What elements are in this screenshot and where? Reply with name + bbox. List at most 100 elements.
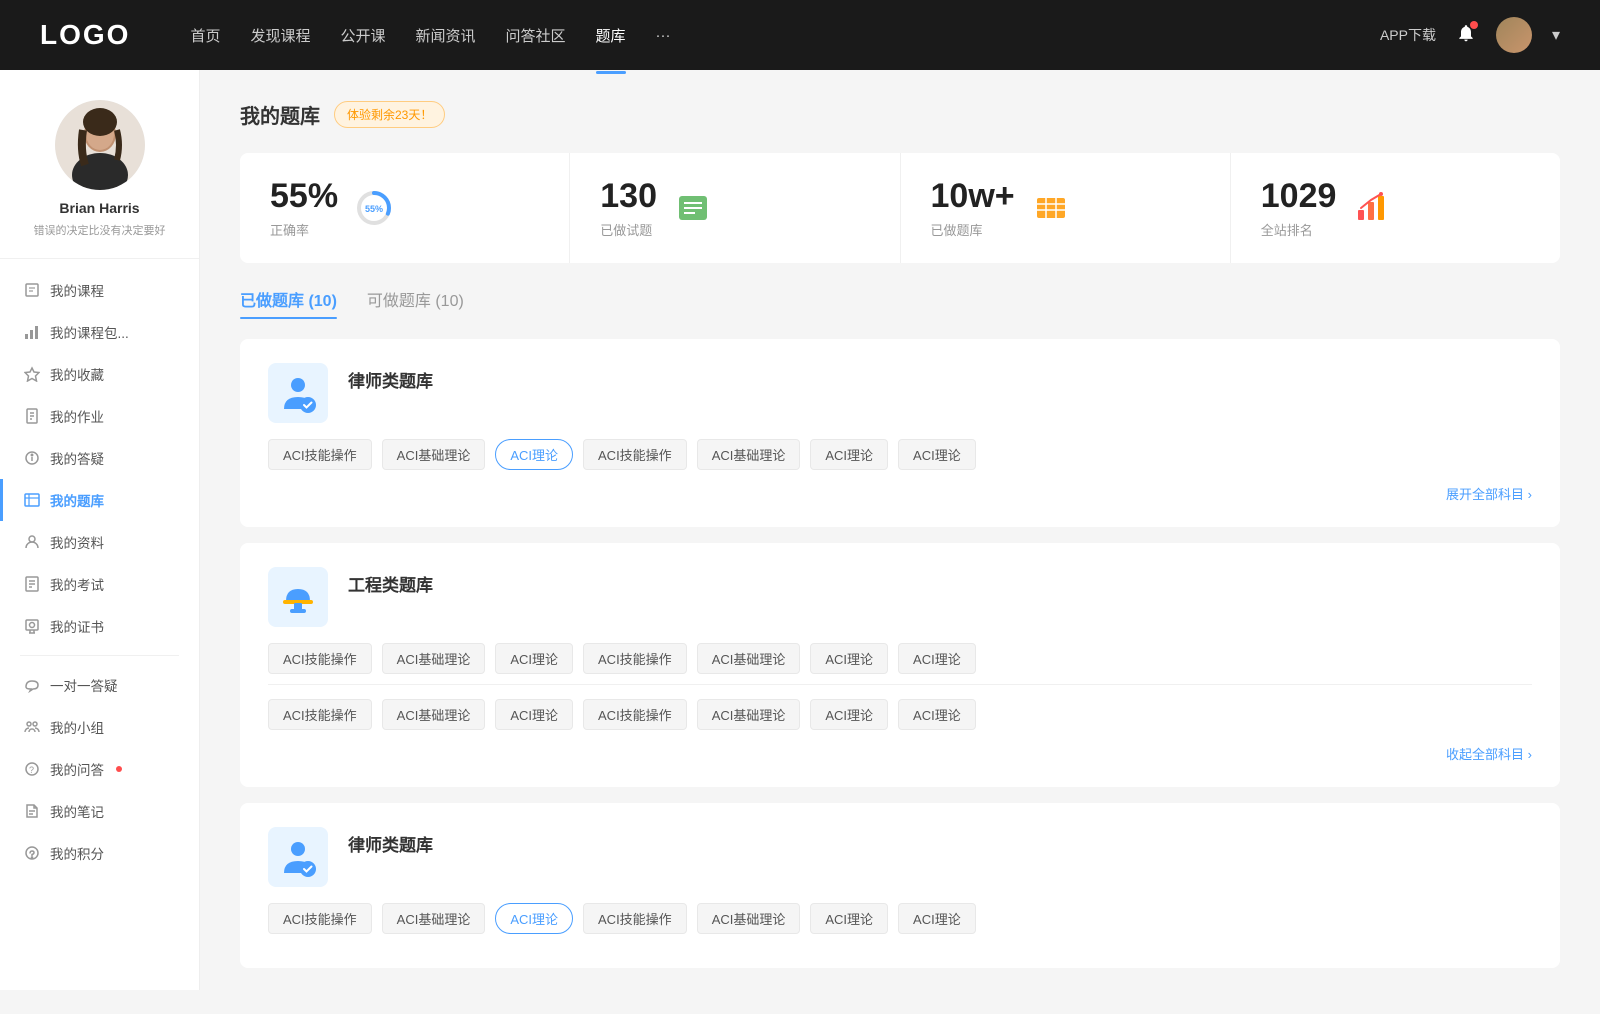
tag-item[interactable]: ACI理论 <box>810 699 888 730</box>
sidebar-item-answers[interactable]: 我的答疑 <box>0 437 199 479</box>
qbank-tags-2b: ACI技能操作 ACI基础理论 ACI理论 ACI技能操作 ACI基础理论 AC… <box>268 699 1532 730</box>
sidebar-label-1on1: 一对一答疑 <box>50 675 118 695</box>
tag-item[interactable]: ACI理论 <box>898 903 976 934</box>
stat-done-banks: 10w+ 已做题库 <box>901 153 1231 263</box>
sidebar-label-answers: 我的答疑 <box>50 448 104 468</box>
qbank-card-lawyer-1: 律师类题库 ACI技能操作 ACI基础理论 ACI理论 ACI技能操作 ACI基… <box>240 339 1560 527</box>
qbank-title-1: 律师类题库 <box>348 363 433 392</box>
user-avatar[interactable] <box>1496 17 1532 53</box>
stat-done-value: 130 <box>600 177 657 216</box>
profile-name: Brian Harris <box>59 200 139 216</box>
qbank-tags-2a: ACI技能操作 ACI基础理论 ACI理论 ACI技能操作 ACI基础理论 AC… <box>268 643 1532 674</box>
tag-item[interactable]: ACI理论 <box>810 643 888 674</box>
sidebar-label-coursepack: 我的课程包... <box>50 322 129 342</box>
tag-item[interactable]: ACI基础理论 <box>697 643 801 674</box>
tag-item[interactable]: ACI技能操作 <box>268 439 372 470</box>
sidebar-label-homework: 我的作业 <box>50 406 104 426</box>
sidebar-item-favorites[interactable]: 我的收藏 <box>0 353 199 395</box>
page-header: 我的题库 体验剩余23天！ <box>240 100 1560 129</box>
qbank-card-engineer: 工程类题库 ACI技能操作 ACI基础理论 ACI理论 ACI技能操作 ACI基… <box>240 543 1560 787</box>
nav-discover[interactable]: 发现课程 <box>250 21 310 50</box>
tag-item[interactable]: ACI理论 <box>898 699 976 730</box>
tag-item-active[interactable]: ACI理论 <box>495 439 573 470</box>
svg-text:?: ? <box>29 765 34 775</box>
nav-news[interactable]: 新闻资讯 <box>416 21 476 50</box>
qbank-title-2: 工程类题库 <box>348 567 433 596</box>
sidebar-label-group: 我的小组 <box>50 717 104 737</box>
sidebar-label-exam: 我的考试 <box>50 574 104 594</box>
sidebar-label-points: 我的积分 <box>50 843 104 863</box>
stat-accuracy-icon: 55% <box>354 188 394 228</box>
qbank-title-3: 律师类题库 <box>348 827 433 856</box>
nav-links: 首页 发现课程 公开课 新闻资讯 问答社区 题库 ··· <box>190 21 1380 50</box>
tag-item[interactable]: ACI理论 <box>810 903 888 934</box>
stat-accuracy-value: 55% <box>270 177 338 216</box>
sidebar-item-exam[interactable]: 我的考试 <box>0 563 199 605</box>
expand-link-2[interactable]: 收起全部科目 › <box>268 740 1532 763</box>
tag-item[interactable]: ACI技能操作 <box>268 699 372 730</box>
nav-qa[interactable]: 问答社区 <box>506 21 566 50</box>
tag-item[interactable]: ACI基础理论 <box>697 439 801 470</box>
profile-avatar <box>55 100 145 190</box>
logo[interactable]: LOGO <box>40 19 130 51</box>
sidebar-item-cert[interactable]: 我的证书 <box>0 605 199 647</box>
stat-done-questions: 130 已做试题 <box>570 153 900 263</box>
tag-item[interactable]: ACI技能操作 <box>583 903 687 934</box>
tag-item[interactable]: ACI技能操作 <box>268 903 372 934</box>
svg-text:55%: 55% <box>365 204 383 214</box>
lawyer-icon-2 <box>268 827 328 887</box>
sidebar-item-points[interactable]: 我的积分 <box>0 832 199 874</box>
sidebar-item-group[interactable]: 我的小组 <box>0 706 199 748</box>
sidebar-label-course: 我的课程 <box>50 280 104 300</box>
expand-link-1[interactable]: 展开全部科目 › <box>268 480 1532 503</box>
sidebar-item-qbank[interactable]: 我的题库 <box>0 479 199 521</box>
tag-item[interactable]: ACI基础理论 <box>382 439 486 470</box>
tab-done-banks[interactable]: 已做题库 (10) <box>240 287 337 319</box>
sidebar-item-coursepack[interactable]: 我的课程包... <box>0 311 199 353</box>
tag-item[interactable]: ACI理论 <box>495 699 573 730</box>
sidebar-item-course[interactable]: 我的课程 <box>0 269 199 311</box>
stat-banks-value: 10w+ <box>931 177 1015 216</box>
tag-item-active[interactable]: ACI理论 <box>495 903 573 934</box>
sidebar-label-qbank: 我的题库 <box>50 490 104 510</box>
tag-item[interactable]: ACI技能操作 <box>583 699 687 730</box>
sidebar-item-myqa[interactable]: ? 我的问答 <box>0 748 199 790</box>
nav-opencourse[interactable]: 公开课 <box>340 21 385 50</box>
tag-item[interactable]: ACI基础理论 <box>382 643 486 674</box>
tag-item[interactable]: ACI理论 <box>898 439 976 470</box>
sidebar-item-1on1[interactable]: 一对一答疑 <box>0 664 199 706</box>
stat-banks-label: 已做题库 <box>931 220 1015 239</box>
tag-item[interactable]: ACI技能操作 <box>583 643 687 674</box>
tabs-row: 已做题库 (10) 可做题库 (10) <box>240 287 1560 319</box>
app-download-button[interactable]: APP下载 <box>1380 25 1436 45</box>
stat-done-icon <box>673 188 713 228</box>
sidebar-item-notes[interactable]: 我的笔记 <box>0 790 199 832</box>
user-menu-chevron[interactable]: ▾ <box>1552 25 1560 45</box>
notification-bell[interactable] <box>1456 23 1476 48</box>
stat-rank-value: 1029 <box>1261 177 1337 216</box>
sidebar-item-profile[interactable]: 我的资料 <box>0 521 199 563</box>
tag-item[interactable]: ACI基础理论 <box>697 699 801 730</box>
qbank-header-3: 律师类题库 <box>268 827 1532 887</box>
stats-row: 55% 正确率 55% 130 已做试题 <box>240 153 1560 263</box>
tag-item[interactable]: ACI理论 <box>495 643 573 674</box>
sidebar-profile: Brian Harris 错误的决定比没有决定要好 <box>0 100 199 259</box>
nav-qbank[interactable]: 题库 <box>596 21 626 50</box>
stat-rank-label: 全站排名 <box>1261 220 1337 239</box>
sidebar-item-homework[interactable]: 我的作业 <box>0 395 199 437</box>
tag-item[interactable]: ACI基础理论 <box>697 903 801 934</box>
nav-home[interactable]: 首页 <box>190 21 220 50</box>
tab-available-banks[interactable]: 可做题库 (10) <box>367 287 464 319</box>
sidebar-label-cert: 我的证书 <box>50 616 104 636</box>
tag-item[interactable]: ACI理论 <box>810 439 888 470</box>
tag-item[interactable]: ACI技能操作 <box>268 643 372 674</box>
nav-more[interactable]: ··· <box>656 23 671 48</box>
tag-item[interactable]: ACI基础理论 <box>382 903 486 934</box>
tag-item[interactable]: ACI理论 <box>898 643 976 674</box>
tag-item[interactable]: ACI技能操作 <box>583 439 687 470</box>
tag-item[interactable]: ACI基础理论 <box>382 699 486 730</box>
qbank-tags-3: ACI技能操作 ACI基础理论 ACI理论 ACI技能操作 ACI基础理论 AC… <box>268 903 1532 934</box>
sidebar-divider-1 <box>20 655 179 656</box>
stat-done-label: 已做试题 <box>600 220 657 239</box>
engineer-icon <box>268 567 328 627</box>
